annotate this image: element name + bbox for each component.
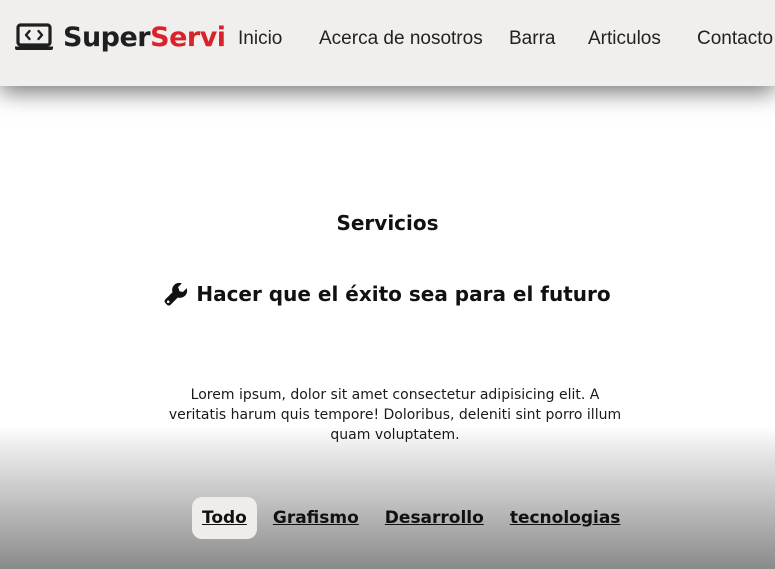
brand-logo[interactable]: SuperServi: [14, 22, 226, 52]
main-nav: Inicio Acerca de nosotros Barra Articulo…: [238, 28, 775, 50]
sub-heading-text: Hacer que el éxito sea para el futuro: [196, 282, 611, 306]
wrench-icon: [164, 282, 188, 306]
brand-name-part2: Servi: [150, 21, 226, 53]
tab-todo[interactable]: Todo: [192, 497, 257, 539]
section-title: Servicios: [336, 211, 439, 235]
laptop-code-icon: [15, 23, 53, 50]
tab-desarrollo[interactable]: Desarrollo: [375, 497, 494, 539]
sub-heading: Hacer que el éxito sea para el futuro: [0, 282, 775, 306]
brand-name: SuperServi: [63, 24, 226, 51]
navbar: SuperServi Inicio Acerca de nosotros Bar…: [0, 0, 775, 86]
tab-tecnologias[interactable]: tecnologias: [500, 497, 631, 539]
nav-item-contacto[interactable]: Contacto: [697, 28, 775, 50]
nav-item-articulos[interactable]: Articulos: [588, 28, 697, 50]
nav-item-inicio[interactable]: Inicio: [238, 28, 319, 50]
brand-name-part1: Super: [63, 21, 151, 53]
services-section: Servicios Hacer que el éxito sea para el…: [0, 86, 775, 569]
nav-item-acerca[interactable]: Acerca de nosotros: [319, 28, 509, 50]
tab-grafismo[interactable]: Grafismo: [263, 497, 369, 539]
nav-item-barra[interactable]: Barra: [509, 28, 588, 50]
filter-tabs: Todo Grafismo Desarrollo tecnologias: [192, 497, 636, 539]
intro-paragraph: Lorem ipsum, dolor sit amet consectetur …: [168, 387, 622, 443]
